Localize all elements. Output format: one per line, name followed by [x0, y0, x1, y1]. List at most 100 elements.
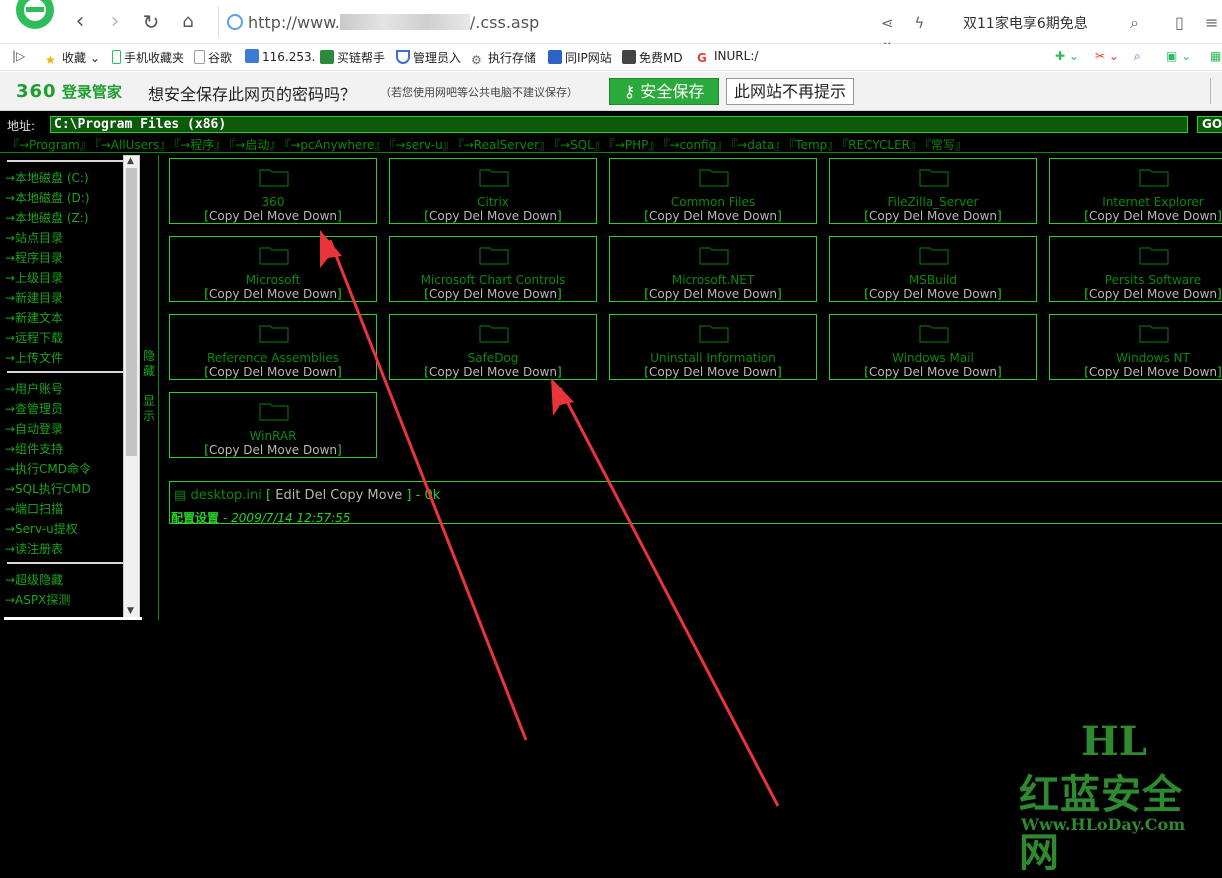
folder-name[interactable]: Citrix [390, 195, 596, 209]
back-icon[interactable]: ‹ [68, 10, 92, 34]
folder-name[interactable]: Reference Assemblies [170, 351, 376, 365]
quick-link[interactable]: 『→data』 [731, 138, 786, 152]
quick-link[interactable]: 『→pcAnywhere』 [284, 138, 386, 152]
sidebar-item[interactable]: →站点目录 [5, 228, 123, 248]
folder-item[interactable]: Microsoft.NET [Copy Del Move Down] [609, 236, 817, 302]
quick-link[interactable]: 『→SQL』 [554, 138, 606, 152]
hide-link[interactable]: 隐藏 [143, 349, 155, 378]
folder-item[interactable]: Common Files [Copy Del Move Down] [609, 158, 817, 224]
quick-link[interactable]: 『Temp』 [789, 138, 839, 152]
extension-game-icon[interactable]: ▣ ⌄ [1166, 49, 1191, 63]
sidebar-item[interactable]: →自动登录 [5, 419, 123, 439]
folder-name[interactable]: Microsoft.NET [610, 273, 816, 287]
sidebar-toggle-icon[interactable]: |▷ [12, 49, 25, 63]
folder-name[interactable]: Uninstall Information [610, 351, 816, 365]
folder-item[interactable]: Windows Mail [Copy Del Move Down] [829, 314, 1037, 380]
never-prompt-button[interactable]: 此网站不再提示 [726, 78, 854, 105]
folder-name[interactable]: 360 [170, 195, 376, 209]
sidebar-item[interactable]: →读注册表 [5, 539, 123, 559]
bookmark-inurl[interactable]: G INURL:/ [697, 49, 758, 65]
forward-icon[interactable]: › [103, 10, 127, 34]
folder-item[interactable]: WinRAR [Copy Del Move Down] [169, 392, 377, 458]
folder-name[interactable]: SafeDog [390, 351, 596, 365]
folder-item[interactable]: 360 [Copy Del Move Down] [169, 158, 377, 224]
folder-action-links[interactable]: Copy Del Move Down [869, 209, 997, 223]
bookmark-exec-storage[interactable]: ⚙ 执行存储 [471, 49, 536, 67]
folder-action-links[interactable]: Copy Del Move Down [1089, 365, 1217, 379]
quick-link[interactable]: 『RECYCLER』 [842, 138, 922, 152]
folder-action-links[interactable]: Copy Del Move Down [869, 365, 997, 379]
sidebar-item[interactable]: →Serv-u提权 [5, 519, 123, 539]
sidebar-item[interactable]: →ASPX探测 [5, 590, 123, 610]
address-bar[interactable]: http://www./.css.asp ⋖ ϟ ⌄ [218, 6, 948, 50]
folder-item[interactable]: MSBuild [Copy Del Move Down] [829, 236, 1037, 302]
sidebar-item[interactable]: →新建文本 [5, 308, 123, 328]
sidebar-item[interactable]: →用户账号 [5, 379, 123, 399]
sidebar-item[interactable]: →超级隐藏 [5, 570, 123, 590]
folder-action-links[interactable]: Copy Del Move Down [209, 209, 337, 223]
folder-item[interactable]: Windows NT [Copy Del Move Down] [1049, 314, 1222, 380]
bookmark-link-helper[interactable]: 买链帮手 [320, 49, 385, 66]
quick-link[interactable]: 『常写』 [925, 138, 967, 152]
browser-logo-icon[interactable] [12, 0, 58, 36]
quick-link[interactable]: 『→serv-u』 [389, 138, 454, 152]
bookmark-google[interactable]: 谷歌 [194, 49, 232, 66]
sidebar-item[interactable]: →上传文件 [5, 348, 123, 368]
sidebar-item[interactable]: →新建目录 [5, 288, 123, 308]
folder-item[interactable]: Microsoft [Copy Del Move Down] [169, 236, 377, 302]
scroll-up-icon[interactable]: ▲ [127, 156, 134, 166]
folder-name[interactable]: Microsoft Chart Controls [390, 273, 596, 287]
folder-name[interactable]: Common Files [610, 195, 816, 209]
url-text[interactable]: http://www./.css.asp [248, 13, 539, 32]
menu-icon[interactable]: ≡ [1205, 13, 1218, 32]
sidebar-item[interactable]: →本地磁盘 (D:) [5, 188, 123, 208]
file-ops[interactable]: Edit Del Copy Move [275, 488, 402, 503]
sidebar-item[interactable]: →SQL执行CMD [5, 479, 123, 499]
quick-link[interactable]: 『→AllUsers』 [95, 138, 172, 152]
folder-item[interactable]: Microsoft Chart Controls [Copy Del Move D… [389, 236, 597, 302]
mobile-icon[interactable]: ▯ [1175, 13, 1184, 32]
extension-translate-icon[interactable]: ✚ ⌄ [1055, 49, 1079, 63]
folder-name[interactable]: WinRAR [170, 429, 376, 443]
scroll-down-icon[interactable]: ▼ [127, 606, 134, 616]
folder-action-links[interactable]: Copy Del Move Down [649, 287, 777, 301]
quick-link[interactable]: 『→Program』 [7, 138, 92, 152]
quick-link[interactable]: 『→启动』 [229, 138, 281, 152]
go-button[interactable]: GO [1197, 116, 1222, 133]
sidebar-item[interactable]: →执行CMD命令 [5, 459, 123, 479]
folder-action-links[interactable]: Copy Del Move Down [209, 443, 337, 457]
folder-action-links[interactable]: Copy Del Move Down [649, 365, 777, 379]
quick-link[interactable]: 『→config』 [663, 138, 728, 152]
folder-action-links[interactable]: Copy Del Move Down [1089, 287, 1217, 301]
show-link[interactable]: 显示 [143, 394, 155, 423]
folder-item[interactable]: Persits Software [Copy Del Move Down] [1049, 236, 1222, 302]
quick-link[interactable]: 『→程序』 [174, 138, 226, 152]
bookmark-mobile[interactable]: 手机收藏夹 [112, 49, 184, 66]
sidebar-item[interactable]: →查管理员 [5, 399, 123, 419]
folder-item[interactable]: SafeDog [Copy Del Move Down] [389, 314, 597, 380]
search-icon[interactable]: ⌕ [1130, 13, 1139, 33]
extension-more-icon[interactable]: ▦ [1210, 49, 1221, 63]
folder-action-links[interactable]: Copy Del Move Down [209, 287, 337, 301]
folder-action-links[interactable]: Copy Del Move Down [209, 365, 337, 379]
quick-link[interactable]: 『→PHP』 [609, 138, 661, 152]
folder-item[interactable]: Internet Explorer [Copy Del Move Down] [1049, 158, 1222, 224]
path-input[interactable]: C:\Program Files (x86) [50, 116, 1188, 133]
search-suggestion[interactable]: 双11家电享6期免息 [963, 13, 1088, 33]
folder-name[interactable]: Windows Mail [830, 351, 1036, 365]
folder-item[interactable]: Uninstall Information [Copy Del Move Down… [609, 314, 817, 380]
folder-action-links[interactable]: Copy Del Move Down [869, 287, 997, 301]
bookmark-same-ip[interactable]: 同IP网站 [548, 49, 612, 66]
sidebar-toggle[interactable]: 隐藏 显示 [143, 349, 155, 424]
folder-item[interactable]: Citrix [Copy Del Move Down] [389, 158, 597, 224]
folder-action-links[interactable]: Copy Del Move Down [429, 365, 557, 379]
bookmark-favorites[interactable]: ★ 收藏 ⌄ [45, 49, 100, 67]
bar-close-icon[interactable] [1210, 78, 1222, 104]
extension-search-icon[interactable]: ⌕ [1134, 49, 1141, 64]
folder-name[interactable]: Persits Software [1050, 273, 1222, 287]
file-name[interactable]: desktop.ini [190, 488, 261, 503]
safe-save-button[interactable]: ⚷ 安全保存 [609, 78, 719, 105]
folder-name[interactable]: MSBuild [830, 273, 1036, 287]
sidebar-item[interactable]: →远程下载 [5, 328, 123, 348]
sidebar-item[interactable]: →上级目录 [5, 268, 123, 288]
